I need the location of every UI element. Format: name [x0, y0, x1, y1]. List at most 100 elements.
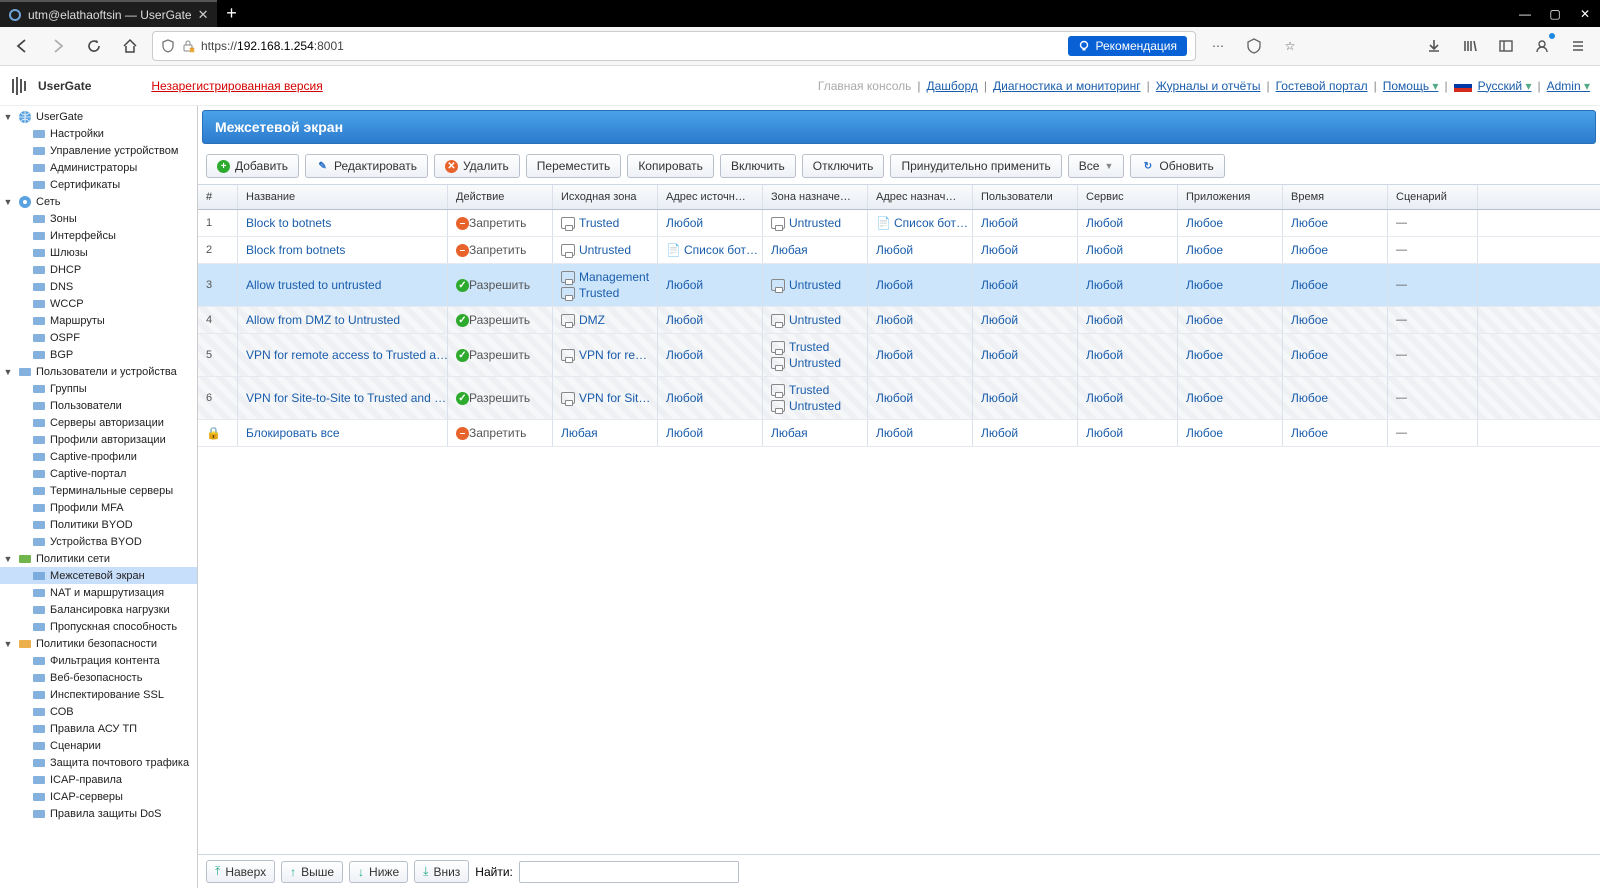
column-header[interactable]: Время — [1283, 185, 1388, 209]
tree-item[interactable]: Captive-портал — [0, 465, 197, 482]
download-icon[interactable] — [1420, 32, 1448, 60]
nav-forward[interactable] — [44, 32, 72, 60]
tree-item[interactable]: ▼Политики безопасности — [0, 635, 197, 652]
apply-button[interactable]: Принудительно применить — [890, 154, 1061, 178]
link-diagnostics[interactable]: Диагностика и мониторинг — [993, 79, 1141, 93]
tree-item[interactable]: СОВ — [0, 703, 197, 720]
tree-item[interactable]: Сценарии — [0, 737, 197, 754]
disable-button[interactable]: Отключить — [802, 154, 885, 178]
tree-twisty[interactable]: ▼ — [2, 367, 14, 377]
tree-item[interactable]: ▼Политики сети — [0, 550, 197, 567]
tree-item[interactable]: Зоны — [0, 210, 197, 227]
table-row[interactable]: 1Block to botnets– ЗапретитьTrustedЛюбой… — [198, 210, 1600, 237]
edit-button[interactable]: ✎Редактировать — [305, 154, 428, 178]
tree-item[interactable]: NAT и маршрутизация — [0, 584, 197, 601]
link-language[interactable]: Русский ▾ — [1478, 79, 1532, 93]
tree-item[interactable]: Администраторы — [0, 159, 197, 176]
nav-tree[interactable]: ▼UserGateНастройкиУправление устройством… — [0, 106, 198, 888]
tree-twisty[interactable]: ▼ — [2, 639, 14, 649]
table-row[interactable]: 3Allow trusted to untrusted✓ РазрешитьMa… — [198, 264, 1600, 307]
link-guest-portal[interactable]: Гостевой портал — [1276, 79, 1368, 93]
enable-button[interactable]: Включить — [720, 154, 796, 178]
table-row[interactable]: 🔒Блокировать все– ЗапретитьЛюбаяЛюбойЛюб… — [198, 420, 1600, 447]
tree-item[interactable]: ▼Пользователи и устройства — [0, 363, 197, 380]
link-dashboard[interactable]: Дашборд — [927, 79, 978, 93]
column-header[interactable]: Сценарий — [1388, 185, 1478, 209]
browser-tab[interactable]: utm@elathaoftsin — UserGate ✕ — [0, 0, 217, 27]
tree-item[interactable]: Управление устройством — [0, 142, 197, 159]
tree-item[interactable]: Captive-профили — [0, 448, 197, 465]
move-up-button[interactable]: ↑Выше — [281, 861, 343, 883]
filter-all-button[interactable]: Все ▼ — [1068, 154, 1125, 178]
add-button[interactable]: +Добавить — [206, 154, 299, 178]
tree-item[interactable]: Защита почтового трафика — [0, 754, 197, 771]
tree-item[interactable]: Настройки — [0, 125, 197, 142]
column-header[interactable]: Приложения — [1178, 185, 1283, 209]
tree-item[interactable]: Серверы авторизации — [0, 414, 197, 431]
tree-item[interactable]: Фильтрация контента — [0, 652, 197, 669]
refresh-button[interactable]: ↻Обновить — [1130, 154, 1224, 178]
tree-item[interactable]: ▼UserGate — [0, 108, 197, 125]
tree-item[interactable]: Маршруты — [0, 312, 197, 329]
tree-item[interactable]: Профили авторизации — [0, 431, 197, 448]
tree-item[interactable]: DHCP — [0, 261, 197, 278]
menu-icon[interactable] — [1564, 32, 1592, 60]
table-row[interactable]: 5VPN for remote access to Trusted a…✓ Ра… — [198, 334, 1600, 377]
column-header[interactable]: Адрес назнач… — [868, 185, 973, 209]
recommendation-badge[interactable]: Рекомендация — [1068, 36, 1187, 56]
tree-item[interactable]: Правила АСУ ТП — [0, 720, 197, 737]
window-close[interactable]: ✕ — [1570, 0, 1600, 27]
column-header[interactable]: Название — [238, 185, 448, 209]
table-row[interactable]: 6VPN for Site-to-Site to Trusted and …✓ … — [198, 377, 1600, 420]
link-logs[interactable]: Журналы и отчёты — [1156, 79, 1261, 93]
tree-item[interactable]: Правила защиты DoS — [0, 805, 197, 822]
nav-reload[interactable] — [80, 32, 108, 60]
tree-item[interactable]: ICAP-серверы — [0, 788, 197, 805]
tree-item[interactable]: Группы — [0, 380, 197, 397]
tree-twisty[interactable]: ▼ — [2, 197, 14, 207]
column-header[interactable]: Пользователи — [973, 185, 1078, 209]
table-row[interactable]: 4Allow from DMZ to Untrusted✓ РазрешитьD… — [198, 307, 1600, 334]
tree-item[interactable]: Балансировка нагрузки — [0, 601, 197, 618]
tree-item[interactable]: Шлюзы — [0, 244, 197, 261]
move-bottom-button[interactable]: ⤓Вниз — [414, 860, 469, 883]
tree-item[interactable]: Инспектирование SSL — [0, 686, 197, 703]
tree-item[interactable]: Пропускная способность — [0, 618, 197, 635]
delete-button[interactable]: ✕Удалить — [434, 154, 520, 178]
new-tab-button[interactable]: + — [217, 0, 247, 27]
sidebar-icon[interactable] — [1492, 32, 1520, 60]
window-maximize[interactable]: ▢ — [1540, 0, 1570, 27]
tracking-icon[interactable] — [1240, 32, 1268, 60]
tree-item[interactable]: Профили MFA — [0, 499, 197, 516]
tree-item[interactable]: ICAP-правила — [0, 771, 197, 788]
tree-item[interactable]: DNS — [0, 278, 197, 295]
tree-item[interactable]: WCCP — [0, 295, 197, 312]
rules-grid[interactable]: #НазваниеДействиеИсходная зонаАдрес исто… — [198, 185, 1600, 854]
tree-twisty[interactable]: ▼ — [2, 112, 14, 122]
tree-item[interactable]: ▼Сеть — [0, 193, 197, 210]
link-help[interactable]: Помощь ▾ — [1383, 79, 1439, 93]
link-admin[interactable]: Admin ▾ — [1547, 79, 1590, 93]
tree-item[interactable]: Интерфейсы — [0, 227, 197, 244]
tree-item[interactable]: Веб-безопасность — [0, 669, 197, 686]
tree-item[interactable]: Пользователи — [0, 397, 197, 414]
tree-item[interactable]: Межсетевой экран — [0, 567, 197, 584]
move-top-button[interactable]: ⤒Наверх — [206, 860, 275, 883]
move-down-button[interactable]: ↓Ниже — [349, 861, 408, 883]
library-icon[interactable] — [1456, 32, 1484, 60]
nav-home[interactable] — [116, 32, 144, 60]
search-input[interactable] — [519, 861, 739, 883]
window-minimize[interactable]: — — [1510, 0, 1540, 27]
column-header[interactable]: Адрес источн… — [658, 185, 763, 209]
column-header[interactable]: Зона назначе… — [763, 185, 868, 209]
url-bar[interactable]: https://192.168.1.254:8001 Рекомендация — [152, 31, 1196, 61]
column-header[interactable]: # — [198, 185, 238, 209]
column-header[interactable]: Действие — [448, 185, 553, 209]
bookmark-icon[interactable]: ☆ — [1276, 32, 1304, 60]
tree-item[interactable]: Сертификаты — [0, 176, 197, 193]
unregistered-link[interactable]: Незарегистрированная версия — [151, 79, 322, 93]
column-header[interactable]: Сервис — [1078, 185, 1178, 209]
tree-twisty[interactable]: ▼ — [2, 554, 14, 564]
tree-item[interactable]: BGP — [0, 346, 197, 363]
tab-close-icon[interactable]: ✕ — [198, 7, 209, 23]
